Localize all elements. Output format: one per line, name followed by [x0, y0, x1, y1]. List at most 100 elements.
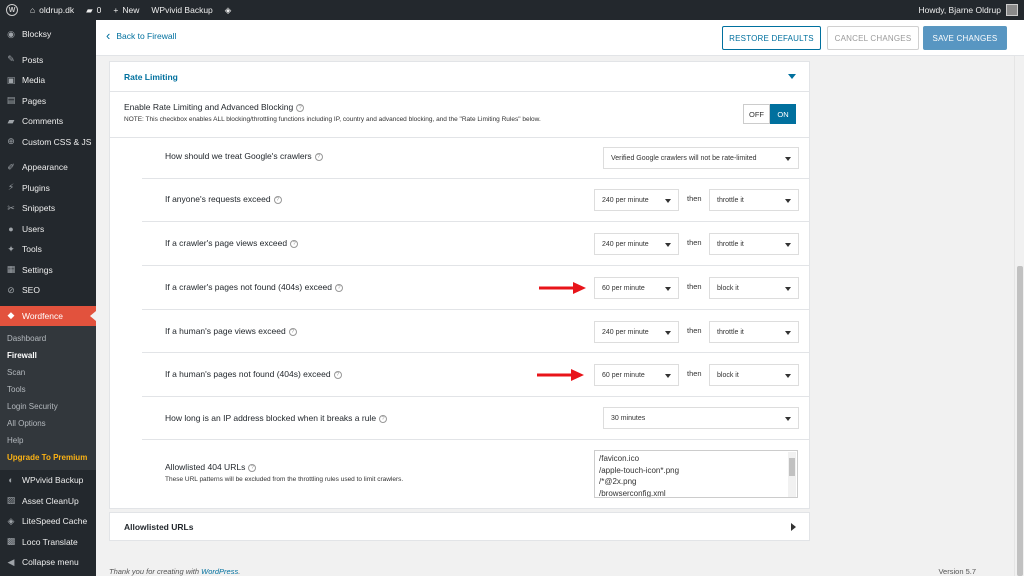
- submenu-all-options[interactable]: All Options: [0, 415, 96, 432]
- rule-action-select[interactable]: throttle it: [709, 233, 799, 255]
- sidebar-item-tools[interactable]: ✦ Tools: [0, 239, 96, 260]
- select-value: Verified Google crawlers will not be rat…: [611, 154, 757, 162]
- chevron-right-icon: [791, 523, 796, 531]
- sidebar-item-loco-translate[interactable]: ▩ Loco Translate: [0, 532, 96, 553]
- sidebar-item-collapse[interactable]: ◀ Collapse menu: [0, 552, 96, 573]
- select-value: 30 minutes: [611, 414, 646, 422]
- help-icon[interactable]: ?: [248, 463, 257, 472]
- litespeed-icon: ◈: [7, 515, 15, 526]
- sidebar-item-label: Wordfence: [22, 310, 63, 321]
- sidebar-item-comments[interactable]: ▰ Comments: [0, 111, 96, 132]
- save-changes-button[interactable]: SAVE CHANGES: [923, 26, 1007, 50]
- new-content-link[interactable]: + New: [107, 0, 145, 20]
- sidebar-item-litespeed[interactable]: ◈ LiteSpeed Cache: [0, 511, 96, 532]
- submenu-upgrade[interactable]: Upgrade To Premium: [0, 449, 96, 466]
- chevron-down-icon: [785, 374, 791, 378]
- chevron-down-icon: [785, 417, 791, 421]
- sidebar-item-label: Plugins: [22, 182, 50, 193]
- submenu-tools[interactable]: Tools: [0, 381, 96, 398]
- rule-label: If a human's pages not found (404s) exce…: [165, 369, 331, 379]
- google-crawlers-select[interactable]: Verified Google crawlers will not be rat…: [603, 147, 799, 169]
- help-icon[interactable]: ?: [290, 239, 299, 248]
- back-to-firewall-link[interactable]: ‹ Back to Firewall: [106, 29, 176, 42]
- textarea-scrollbar[interactable]: [788, 452, 796, 497]
- chevron-down-icon: [665, 287, 671, 291]
- select-value: throttle it: [717, 196, 744, 204]
- sidebar-item-snippets[interactable]: ✂ Snippets: [0, 198, 96, 219]
- cancel-changes-button[interactable]: CANCEL CHANGES: [827, 26, 919, 50]
- help-icon[interactable]: ?: [288, 327, 297, 336]
- sidebar-item-media[interactable]: ▣ Media: [0, 70, 96, 91]
- comments-link[interactable]: ▰ 0: [80, 0, 107, 20]
- toggle-on-option[interactable]: ON: [770, 104, 796, 124]
- comments-count: 0: [96, 5, 102, 15]
- rule-action-select[interactable]: throttle it: [709, 321, 799, 343]
- rule-rate-select[interactable]: 240 per minute: [594, 321, 679, 343]
- chevron-down-icon: [785, 287, 791, 291]
- restore-defaults-button[interactable]: RESTORE DEFAULTS: [722, 26, 821, 50]
- block-duration-select[interactable]: 30 minutes: [603, 407, 799, 429]
- help-icon[interactable]: ?: [296, 103, 305, 112]
- sidebar-item-blocksy[interactable]: ◉ Blocksy: [0, 24, 96, 45]
- submenu-login-security[interactable]: Login Security: [0, 398, 96, 415]
- help-icon[interactable]: ?: [335, 283, 343, 292]
- sidebar-item-wpvivid[interactable]: ◐ WPvivid Backup: [0, 470, 96, 491]
- help-icon[interactable]: ?: [314, 152, 323, 161]
- submenu-dashboard[interactable]: Dashboard: [0, 330, 96, 347]
- sidebar-item-asset-cleanup[interactable]: ▨ Asset CleanUp: [0, 491, 96, 512]
- wordpress-logo-button[interactable]: W: [0, 0, 24, 20]
- site-name-link[interactable]: ⌂ oldrup.dk: [24, 0, 80, 20]
- wpvivid-link[interactable]: WPvivid Backup: [145, 0, 218, 20]
- then-label: then: [687, 238, 702, 247]
- footer-version: Version 5.7: [938, 567, 976, 576]
- select-value: 60 per minute: [602, 371, 645, 379]
- rate-limiting-header[interactable]: Rate Limiting: [110, 62, 809, 92]
- allowlisted-urls-panel[interactable]: Allowlisted URLs: [109, 512, 810, 541]
- block-duration-row: How long is an IP address blocked when i…: [142, 397, 810, 440]
- then-label: then: [687, 194, 702, 203]
- sidebar-item-custom-css-js[interactable]: ⊕ Custom CSS & JS: [0, 132, 96, 153]
- sidebar-item-label: Asset CleanUp: [22, 495, 79, 506]
- account-menu[interactable]: Howdy, Bjarne Oldrup: [918, 4, 1024, 16]
- rule-rate-select[interactable]: 60 per minute: [594, 277, 679, 299]
- footer-thanks: Thank you for creating with WordPress.: [109, 567, 241, 576]
- sidebar-item-pages[interactable]: ▤ Pages: [0, 91, 96, 112]
- then-label: then: [687, 326, 702, 335]
- diamond-menu[interactable]: ◈: [219, 0, 238, 20]
- red-arrow-annotation: [537, 369, 584, 381]
- rule-rate-select[interactable]: 240 per minute: [594, 189, 679, 211]
- allowlisted-404-textarea[interactable]: /favicon.ico /apple-touch-icon*.png /*@2…: [594, 450, 798, 498]
- scrollbar-thumb[interactable]: [789, 458, 795, 476]
- sidebar-item-appearance[interactable]: ✐ Appearance: [0, 157, 96, 178]
- rule-action-select[interactable]: block it: [709, 277, 799, 299]
- submenu-scan[interactable]: Scan: [0, 364, 96, 381]
- sidebar-item-settings[interactable]: ▦ Settings: [0, 260, 96, 281]
- media-icon: ▣: [6, 74, 16, 85]
- rule-rate-select[interactable]: 240 per minute: [594, 233, 679, 255]
- chevron-down-icon: [665, 243, 671, 247]
- rule-action-select[interactable]: throttle it: [709, 189, 799, 211]
- select-value: 60 per minute: [602, 284, 645, 292]
- page-scrollbar-thumb[interactable]: [1017, 266, 1023, 576]
- help-icon[interactable]: ?: [333, 370, 342, 379]
- sidebar-item-plugins[interactable]: ⚡ Plugins: [0, 178, 96, 199]
- sidebar-item-wordfence[interactable]: ◆ Wordfence: [0, 305, 96, 326]
- sidebar-item-seo[interactable]: ⊘ SEO: [0, 280, 96, 301]
- rule-action-select[interactable]: block it: [709, 364, 799, 386]
- sidebar-item-users[interactable]: ● Users: [0, 219, 96, 240]
- toggle-off-option[interactable]: OFF: [743, 104, 770, 124]
- page-scrollbar[interactable]: [1014, 56, 1024, 576]
- rule-rate-select[interactable]: 60 per minute: [594, 364, 679, 386]
- sidebar-item-label: Snippets: [22, 203, 56, 214]
- wordpress-icon: W: [6, 4, 18, 16]
- rule-row-crawler-views: If a crawler's page views exceed? 240 pe…: [142, 222, 810, 266]
- rate-limiting-toggle[interactable]: OFF ON: [743, 104, 796, 124]
- help-icon[interactable]: ?: [273, 195, 282, 204]
- howdy-label: Howdy, Bjarne Oldrup: [918, 5, 1001, 15]
- wordpress-link[interactable]: WordPress: [201, 567, 238, 576]
- help-icon[interactable]: ?: [379, 414, 388, 423]
- sidebar-item-posts[interactable]: ✎ Posts: [0, 50, 96, 71]
- admin-sidebar: ◉ Blocksy ✎ Posts ▣ Media ▤ Pages ▰ Comments …: [0, 20, 96, 576]
- submenu-help[interactable]: Help: [0, 432, 96, 449]
- submenu-firewall[interactable]: Firewall: [0, 347, 96, 364]
